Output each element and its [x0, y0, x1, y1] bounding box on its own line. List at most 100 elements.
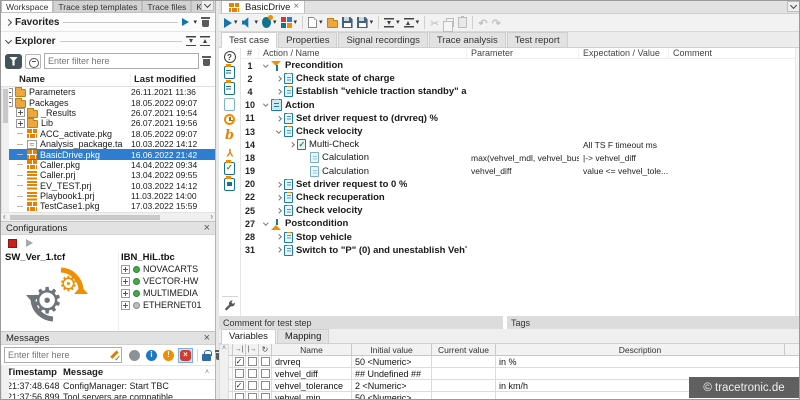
tab-mapping[interactable]: Mapping — [277, 329, 329, 343]
explorer-filter-input[interactable] — [44, 53, 199, 69]
checkbox-unchecked[interactable] — [261, 393, 270, 400]
run-analysis-button[interactable]: ▾ — [240, 15, 261, 31]
tab-properties[interactable]: Properties — [278, 32, 337, 47]
open-file-button[interactable] — [325, 15, 340, 31]
collapse-icon[interactable] — [274, 131, 283, 133]
explorer-vscrollbar[interactable] — [1, 87, 9, 212]
package-step-icon[interactable] — [224, 82, 235, 95]
expand-icon[interactable] — [16, 108, 25, 117]
test-step-row[interactable]: 20Set driver request to 0 % — [241, 178, 795, 191]
tab-test-report[interactable]: Test report — [507, 32, 568, 47]
test-step-row[interactable]: 13Check velocity — [241, 125, 795, 138]
trigger-step-icon[interactable] — [222, 128, 238, 142]
favorites-section-header[interactable]: Favorites ▾ — [1, 13, 215, 32]
error-level-icon[interactable]: × — [178, 348, 193, 363]
comment-step-icon[interactable] — [224, 178, 235, 191]
dropdown-caret-icon[interactable]: ▾ — [370, 19, 374, 26]
clear-filter-icon[interactable] — [25, 54, 41, 69]
collapse-all-icon[interactable] — [186, 36, 196, 46]
comment-bar[interactable]: Comment for test step — [219, 316, 503, 329]
tree-item-acc-activate-pkg[interactable]: ACC_activate.pkg18.05.2022 09:07 — [1, 129, 215, 139]
column-header-number[interactable]: # — [241, 48, 259, 58]
expand-icon[interactable] — [121, 289, 130, 298]
workspace-tab-workspace[interactable]: Workspace — [1, 1, 53, 12]
tcf-name[interactable]: SW_Ver_1.tcf — [5, 252, 114, 263]
expand-icon[interactable] — [274, 117, 283, 121]
message-row[interactable]: 21:37:48.648ConfigManager: Start TBC — [1, 380, 207, 391]
column-header-action-name[interactable]: Action / Name — [259, 48, 467, 58]
run-test-button[interactable]: ▾ — [222, 15, 240, 31]
expand-icon[interactable] — [274, 209, 283, 213]
tree-item-caller-pkg[interactable]: Caller.pkg14.04.2022 09:34 — [1, 160, 215, 170]
dropdown-caret-icon[interactable]: ▾ — [255, 19, 259, 26]
test-step-row[interactable]: 18Calculationmax(vehvel_mdl, vehvel_bus,… — [241, 151, 795, 164]
arrow-out-icon[interactable] — [246, 344, 259, 355]
tree-item-results[interactable]: _Results26.07.2021 19:54 — [1, 108, 215, 118]
column-header-var-name[interactable]: Name — [272, 344, 352, 355]
tree-item-basicdrive-pkg[interactable]: BasicDrive.pkg16.06.2022 21:42 — [1, 149, 215, 159]
tool-server-novacarts[interactable]: NOVACARTS — [121, 263, 213, 275]
collapse-icon[interactable] — [261, 223, 270, 225]
test-step-row[interactable]: 31Switch to "P" (0) and unestablish VehT… — [241, 244, 795, 257]
test-step-row[interactable]: 19Calculationvehvel_diffvalue <= vehvel_… — [241, 165, 795, 178]
edit-filter-icon[interactable]: ✓ — [108, 349, 120, 361]
checkbox-unchecked[interactable] — [248, 357, 257, 366]
dropdown-caret-icon[interactable]: ▾ — [294, 19, 298, 26]
dropdown-caret-icon[interactable]: ▾ — [273, 19, 277, 26]
start-configuration-button[interactable] — [26, 239, 33, 247]
dropdown-caret-icon[interactable]: ▾ — [416, 19, 420, 26]
expand-icon[interactable] — [274, 235, 283, 239]
workspace-tab-keyw[interactable]: Keyw — [191, 1, 201, 12]
column-header-current-value[interactable]: Current value — [432, 344, 496, 355]
test-step-row[interactable]: 1Precondition — [241, 59, 795, 72]
filter-icon[interactable] — [5, 54, 22, 69]
tab-trace-analysis[interactable]: Trace analysis — [429, 32, 506, 47]
tab-overflow-button[interactable] — [201, 1, 214, 11]
delete-favorite-icon[interactable] — [201, 17, 210, 27]
column-header-description[interactable]: Description — [496, 344, 785, 355]
tags-bar[interactable]: Tags — [507, 316, 799, 329]
tree-item-analysis-package-ta[interactable]: Analysis_package.ta10.03.2022 14:12 — [1, 139, 215, 149]
checkbox-checked[interactable]: ✓ — [235, 381, 244, 390]
tab-test-case[interactable]: Test case — [221, 32, 277, 48]
variables-vscrollbar[interactable]: ˄ — [219, 344, 229, 400]
document-tab-basicdrive[interactable]: BasicDrive × — [221, 0, 305, 13]
checkbox-unchecked[interactable] — [248, 393, 257, 400]
expand-icon[interactable] — [287, 143, 296, 147]
column-header-message[interactable]: Message — [63, 367, 205, 378]
tool-server-ethernet01[interactable]: ETHERNET01 — [121, 299, 213, 311]
empty-block-icon[interactable] — [224, 98, 235, 111]
column-header-parameter[interactable]: Parameter — [467, 48, 579, 58]
lock-icon[interactable] — [202, 354, 211, 361]
collapse-steps-button[interactable]: ▾ — [382, 15, 402, 31]
explorer-section-header[interactable]: Explorer — [1, 32, 215, 50]
close-icon[interactable]: × — [293, 3, 299, 11]
tool-server-multimedia[interactable]: MULTIMEDIA — [121, 287, 213, 299]
test-step-row[interactable]: 11Set driver request to (drvreq) % — [241, 112, 795, 125]
expand-all-icon[interactable] — [200, 36, 210, 46]
tbc-name[interactable]: IBN_HiL.tbc — [121, 252, 213, 263]
warning-level-icon[interactable]: ! — [161, 348, 176, 363]
document-tab-overflow-button[interactable] — [787, 1, 800, 12]
checkbox-unchecked[interactable] — [235, 369, 244, 378]
dropdown-caret-icon[interactable]: ▾ — [234, 19, 238, 26]
message-row[interactable]: 21:37:56.899Tool servers are compatible — [1, 391, 207, 400]
tree-item-caller-prj[interactable]: Caller.prj13.04.2022 09:55 — [1, 170, 215, 180]
close-icon[interactable]: × — [204, 334, 210, 342]
collapse-icon[interactable] — [261, 104, 270, 106]
test-step-row[interactable]: 4Establish "vehicle traction standby" an… — [241, 85, 795, 98]
collapse-icon[interactable] — [261, 65, 270, 67]
explorer-hscrollbar[interactable]: ‹ › — [1, 212, 215, 221]
column-header-initial-value[interactable]: Initial value — [352, 344, 432, 355]
expand-icon[interactable] — [274, 196, 283, 200]
test-step-row[interactable]: 14Multi-CheckAll TS F timeout ms — [241, 138, 795, 151]
new-file-button[interactable]: ▾ — [306, 15, 325, 31]
delete-icon[interactable] — [202, 56, 211, 66]
test-step-row[interactable]: 28Stop vehicle — [241, 230, 795, 243]
checkbox-unchecked[interactable] — [261, 357, 270, 366]
checkbox-unchecked[interactable] — [261, 381, 270, 390]
tab-signal-recordings[interactable]: Signal recordings — [338, 32, 427, 47]
dropdown-caret-icon[interactable]: ▾ — [193, 19, 197, 26]
workspace-tab-trace-files[interactable]: Trace files — [142, 1, 191, 12]
column-header-timestamp[interactable]: Timestamp — [1, 367, 63, 378]
